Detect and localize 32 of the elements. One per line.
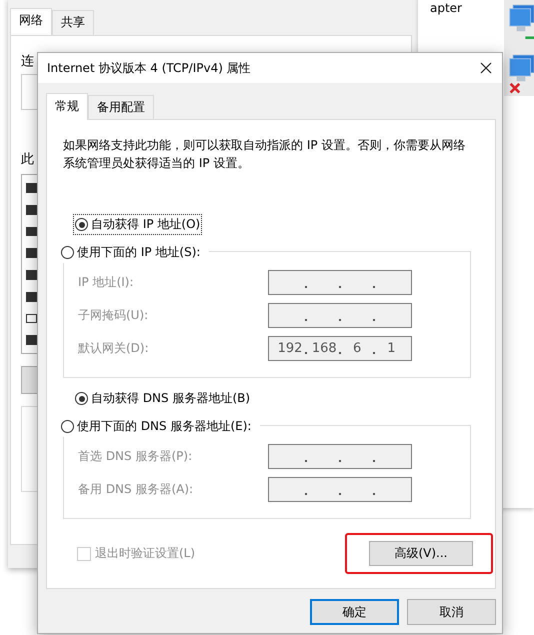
- label: 此: [21, 151, 34, 168]
- ip-address-field[interactable]: [268, 270, 412, 295]
- advanced-button[interactable]: 高级(V)...: [369, 541, 473, 566]
- tab[interactable]: 共享: [52, 10, 94, 35]
- field-label: 首选 DNS 服务器(P):: [78, 448, 192, 465]
- field-label: 子网掩码(U):: [78, 307, 148, 324]
- checkbox[interactable]: [26, 270, 37, 280]
- label: 连: [21, 53, 34, 70]
- window-title: Internet 协议版本 4 (TCP/IPv4) 属性: [47, 60, 251, 76]
- field-label: 默认网关(D):: [78, 340, 149, 357]
- field-label: 备用 DNS 服务器(A):: [78, 481, 194, 498]
- close-icon[interactable]: [480, 62, 492, 74]
- description-text: 如果网络支持此功能，则可以获取自动指派的 IP 设置。否则，你需要从网络系统管理员处获得适当的 IP 设置。: [63, 137, 466, 172]
- checkbox[interactable]: [26, 226, 37, 236]
- dialog-button[interactable]: 取消: [407, 599, 496, 625]
- checkbox[interactable]: [26, 204, 37, 214]
- network-icon[interactable]: [508, 52, 534, 94]
- tab[interactable]: 备用配置: [88, 95, 154, 119]
- radio-button[interactable]: 自动获得 IP 地址(O): [73, 214, 202, 235]
- checkbox[interactable]: [26, 335, 37, 345]
- ip-address-field[interactable]: [268, 444, 412, 469]
- checkbox[interactable]: [26, 292, 37, 302]
- dialog-button[interactable]: 确定: [310, 599, 399, 625]
- checkbox[interactable]: [26, 248, 37, 258]
- checkbox[interactable]: [26, 183, 37, 193]
- adapter-name: apter: [430, 1, 462, 15]
- tab[interactable]: 常规: [46, 93, 88, 120]
- ip-address-field[interactable]: [268, 477, 412, 502]
- field-label: IP 地址(I):: [78, 274, 134, 291]
- tab[interactable]: 网络: [10, 8, 52, 35]
- ip-address-field[interactable]: [268, 303, 412, 328]
- radio-button[interactable]: 自动获得 DNS 服务器地址(B): [73, 388, 252, 409]
